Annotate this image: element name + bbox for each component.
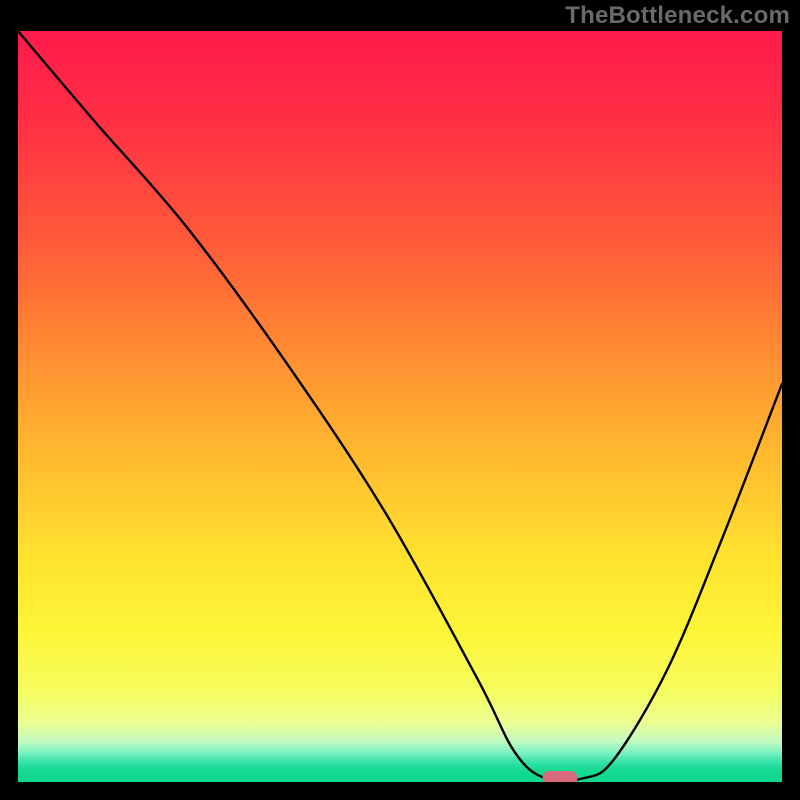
line-curve [18, 31, 782, 782]
watermark-text: TheBottleneck.com [565, 2, 790, 30]
plot-area [18, 31, 782, 782]
optimum-marker [543, 771, 578, 782]
chart-container: TheBottleneck.com [0, 0, 800, 800]
